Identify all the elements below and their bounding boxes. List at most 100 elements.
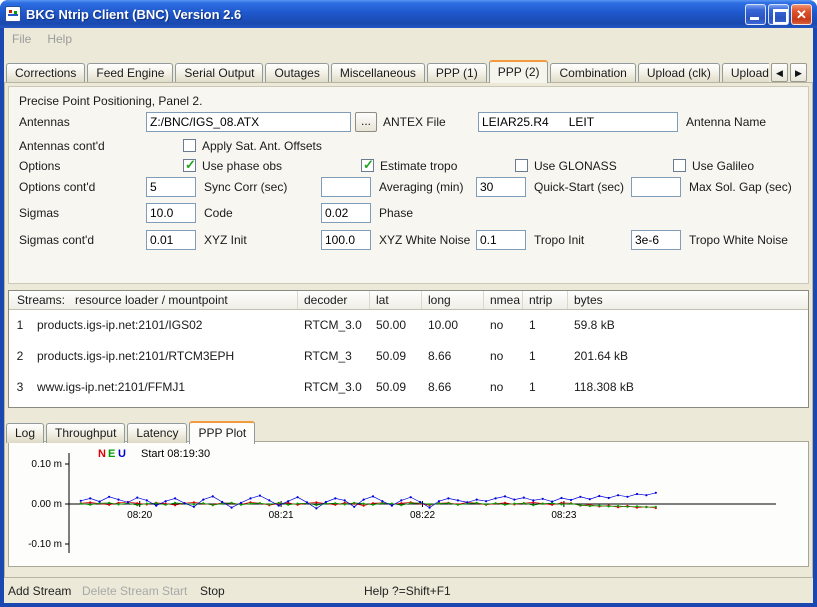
tab-upload-eph[interactable]: Upload (eph) [722,63,769,83]
footer-toolbar: Add Stream Delete Stream Start Stop Help… [4,584,813,602]
xyz-white-noise-input[interactable] [321,230,371,250]
cell-lat: 50.00 [370,310,422,341]
svg-text:08:21: 08:21 [269,510,294,521]
menu-help[interactable]: Help [39,29,80,49]
cell-nmea: no [484,372,523,403]
apply-sat-ant-offsets-checkbox[interactable] [183,139,196,152]
cell-bytes: 201.64 kB [568,341,808,372]
menu-bar: File Help [4,28,813,50]
options-row: Options Use phase obs Estimate tropo Use… [9,156,808,176]
tab-ppp-2[interactable]: PPP (2) [489,60,549,83]
column-header-bytes: bytes [568,291,808,309]
tropo-init-input[interactable] [476,230,526,250]
tropo-white-noise-label: Tropo White Noise [689,230,788,250]
tropo-white-noise-input[interactable] [631,230,681,250]
svg-text:N: N [98,448,106,460]
options-contd-label: Options cont'd [19,177,95,197]
sync-corr-input[interactable] [146,177,196,197]
use-galileo-checkbox[interactable] [673,159,686,172]
tab-throughput[interactable]: Throughput [46,423,125,443]
tab-log[interactable]: Log [6,423,44,443]
sigma-phase-input[interactable] [321,203,371,223]
tab-upload-clk[interactable]: Upload (clk) [638,63,720,83]
window-title: BKG Ntrip Client (BNC) Version 2.6 [26,7,743,22]
antex-file-input[interactable] [146,112,351,132]
column-header-mountpoint: Streams: resource loader / mountpoint [9,291,298,309]
svg-text:08:23: 08:23 [551,510,576,521]
title-bar: BKG Ntrip Client (BNC) Version 2.6 ✕ [0,0,817,28]
window-body: File Help Corrections Feed Engine Serial… [4,28,813,603]
quick-start-input[interactable] [476,177,526,197]
stop-button[interactable]: Stop [200,584,225,598]
minimize-button[interactable] [745,4,766,25]
close-icon: ✕ [796,7,807,22]
row-number: 3 [9,372,31,403]
use-phase-obs-label: Use phase obs [202,156,282,176]
close-button[interactable]: ✕ [791,4,812,25]
antennas-contd-row: Antennas cont'd Apply Sat. Ant. Offsets [9,136,808,156]
maximize-button[interactable] [768,4,789,25]
streams-table-header: Streams: resource loader / mountpoint de… [9,291,808,310]
estimate-tropo-label: Estimate tropo [380,156,457,176]
antenna-name-input[interactable] [478,112,678,132]
tab-latency[interactable]: Latency [127,423,187,443]
app-window: BKG Ntrip Client (BNC) Version 2.6 ✕ Fil… [0,0,817,607]
tropo-init-label: Tropo Init [534,230,584,250]
stream-row-3[interactable]: 3 www.igs-ip.net:2101/FFMJ1 RTCM_3.0 50.… [9,372,808,403]
sigma-code-input[interactable] [146,203,196,223]
svg-text:E: E [108,448,115,460]
sigma-code-label: Code [204,203,233,223]
use-glonass-checkbox[interactable] [515,159,528,172]
tab-corrections[interactable]: Corrections [6,63,85,83]
cell-ntrip: 1 [523,341,568,372]
cell-nmea: no [484,341,523,372]
antex-file-label: ANTEX File [383,112,446,132]
menu-file[interactable]: File [4,29,39,49]
row-number: 2 [9,341,31,372]
cell-lat: 50.09 [370,341,422,372]
add-stream-button[interactable]: Add Stream [8,584,71,598]
column-header-ntrip: ntrip [523,291,568,309]
cell-mountpoint: www.igs-ip.net:2101/FFMJ1 [31,372,298,403]
cell-bytes: 118.308 kB [568,372,808,403]
chevron-left-icon: ◀ [776,68,783,78]
stream-row-2[interactable]: 2 products.igs-ip.net:2101/RTCM3EPH RTCM… [9,341,808,372]
xyz-init-label: XYZ Init [204,230,247,250]
max-sol-gap-input[interactable] [631,177,681,197]
tab-combination[interactable]: Combination [550,63,635,83]
apply-sat-ant-offsets-label: Apply Sat. Ant. Offsets [202,136,322,156]
tab-miscellaneous[interactable]: Miscellaneous [331,63,425,83]
column-header-lat: lat [370,291,422,309]
cell-ntrip: 1 [523,372,568,403]
cell-mountpoint: products.igs-ip.net:2101/RTCM3EPH [31,341,298,372]
cell-decoder: RTCM_3 [298,341,370,372]
ppp-plot-panel: 0.10 m0.00 m-0.10 m08:2008:2108:2208:23N… [8,441,809,567]
estimate-tropo-checkbox[interactable] [361,159,374,172]
streams-table: Streams: resource loader / mountpoint de… [8,290,809,408]
options-contd-row: Options cont'd Sync Corr (sec) Averaging… [9,177,808,197]
stream-row-1[interactable]: 1 products.igs-ip.net:2101/IGS02 RTCM_3.… [9,310,808,341]
delete-stream-button[interactable]: Delete Stream [82,584,159,598]
tab-outages[interactable]: Outages [265,63,328,83]
svg-text:0.10 m: 0.10 m [31,459,62,470]
svg-text:08:20: 08:20 [127,510,152,521]
sync-corr-label: Sync Corr (sec) [204,177,287,197]
tab-scroll-left-button[interactable]: ◀ [771,63,788,82]
antex-browse-button[interactable]: ... [355,112,377,132]
xyz-init-input[interactable] [146,230,196,250]
tab-ppp-plot[interactable]: PPP Plot [189,421,255,444]
use-phase-obs-checkbox[interactable] [183,159,196,172]
cell-long: 8.66 [422,341,484,372]
tab-feed-engine[interactable]: Feed Engine [87,63,173,83]
column-header-decoder: decoder [298,291,370,309]
app-icon[interactable] [5,6,21,22]
main-tab-bar: Corrections Feed Engine Serial Output Ou… [6,57,769,83]
antenna-name-label: Antenna Name [686,112,766,132]
tab-serial-output[interactable]: Serial Output [175,63,263,83]
tab-scroll-right-button[interactable]: ▶ [790,63,807,82]
xyz-white-noise-label: XYZ White Noise [379,230,470,250]
averaging-input[interactable] [321,177,371,197]
ppp2-panel: Precise Point Positioning, Panel 2. Ante… [8,86,809,284]
tab-ppp-1[interactable]: PPP (1) [427,63,487,83]
start-button[interactable]: Start [162,584,187,598]
